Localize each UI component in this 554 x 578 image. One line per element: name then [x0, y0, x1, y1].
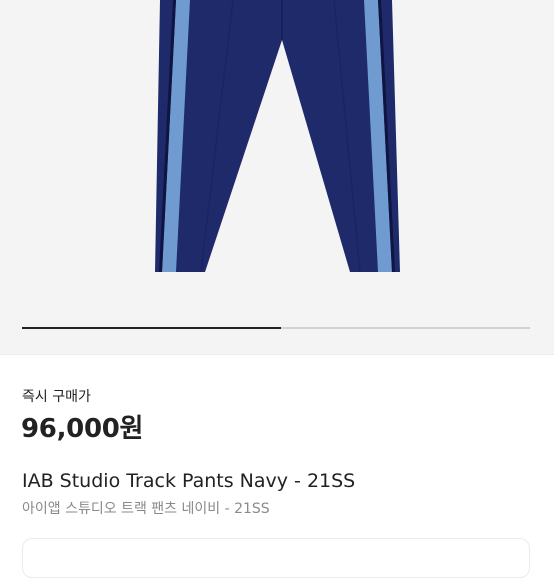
section-divider: [0, 354, 554, 355]
gallery-progress-bar: [22, 327, 530, 329]
instant-buy-price-label: 즉시 구매가: [22, 389, 91, 405]
gallery-progress-fill: [22, 327, 282, 329]
product-title-korean: 아이앱 스튜디오 트랙 팬츠 네이비 - 21SS: [22, 501, 270, 517]
product-image[interactable]: [0, 0, 554, 300]
product-title-english: IAB Studio Track Pants Navy - 21SS: [22, 470, 356, 492]
instant-buy-price: 96,000원: [21, 414, 144, 444]
product-image-gallery[interactable]: [0, 0, 554, 354]
size-select-card[interactable]: [22, 538, 530, 578]
